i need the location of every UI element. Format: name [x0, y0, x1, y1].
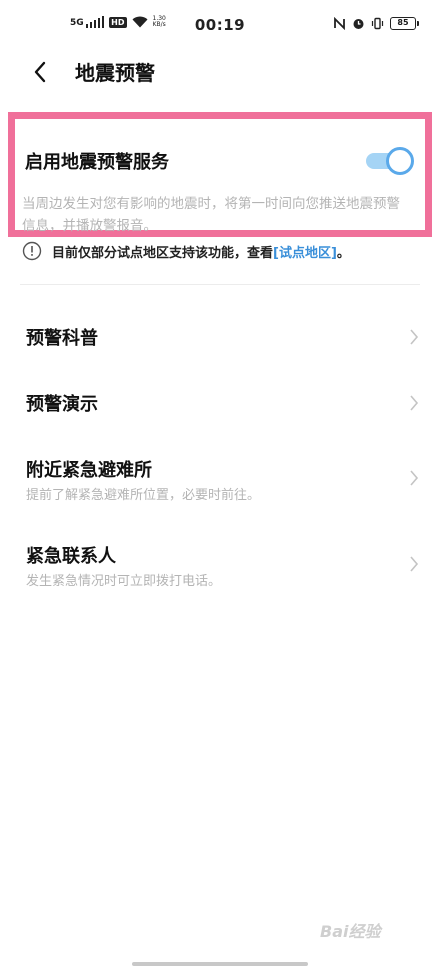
chevron-right-icon [410, 470, 419, 486]
vibrate-icon [371, 17, 384, 30]
pilot-area-link[interactable]: [试点地区] [273, 246, 337, 261]
watermark: Bai经验 [320, 922, 381, 941]
status-right: 85 [333, 17, 419, 30]
back-arrow-icon [34, 61, 46, 83]
list-item-title: 紧急联系人 [26, 546, 116, 567]
notice-suffix: 。 [336, 245, 350, 261]
list-item-subtitle: 发生紧急情况时可立即拨打电话。 [26, 574, 222, 589]
notice-body: 目前仅部分试点地区支持该功能，查看 [52, 245, 274, 261]
chevron-right-icon [410, 329, 419, 345]
chevron-right-icon [410, 395, 419, 411]
chevron-right-icon [410, 556, 419, 572]
list-item-emergency-contacts[interactable]: 紧急联系人 发生紧急情况时可立即拨打电话。 [0, 536, 440, 596]
pilot-area-notice: 目前仅部分试点地区支持该功能，查看[试点地区]。 [22, 241, 350, 261]
info-icon [22, 241, 42, 261]
toggle-knob [386, 147, 414, 175]
list-item-title: 预警演示 [26, 394, 98, 415]
page-title: 地震预警 [75, 61, 155, 85]
home-indicator[interactable] [132, 962, 308, 966]
divider [20, 284, 420, 285]
nfc-icon [334, 17, 345, 30]
header: 地震预警 [0, 52, 440, 92]
list-item-subtitle: 提前了解紧急避难所位置，必要时前往。 [26, 488, 261, 503]
notice-text: 目前仅部分试点地区支持该功能，查看[试点地区]。 [52, 242, 350, 261]
list-item-warning-demo[interactable]: 预警演示 [0, 378, 440, 428]
alarm-icon [353, 19, 364, 29]
back-button[interactable] [24, 56, 56, 88]
enable-service-toggle[interactable] [366, 145, 416, 177]
enable-service-description: 当周边发生对您有影响的地震时，将第一时间向您推送地震预警信息，并播放警报音。 [22, 196, 400, 234]
status-bar: 5G HD 1.30 KB/s 00:19 85 [0, 0, 440, 52]
list-item-title: 预警科普 [26, 328, 98, 349]
list-item-warning-science[interactable]: 预警科普 [0, 312, 440, 362]
battery-icon: 85 [390, 17, 419, 30]
list-item-shelters[interactable]: 附近紧急避难所 提前了解紧急避难所位置，必要时前往。 [0, 450, 440, 510]
list-item-title: 附近紧急避难所 [26, 460, 152, 481]
enable-service-label: 启用地震预警服务 [25, 152, 169, 173]
